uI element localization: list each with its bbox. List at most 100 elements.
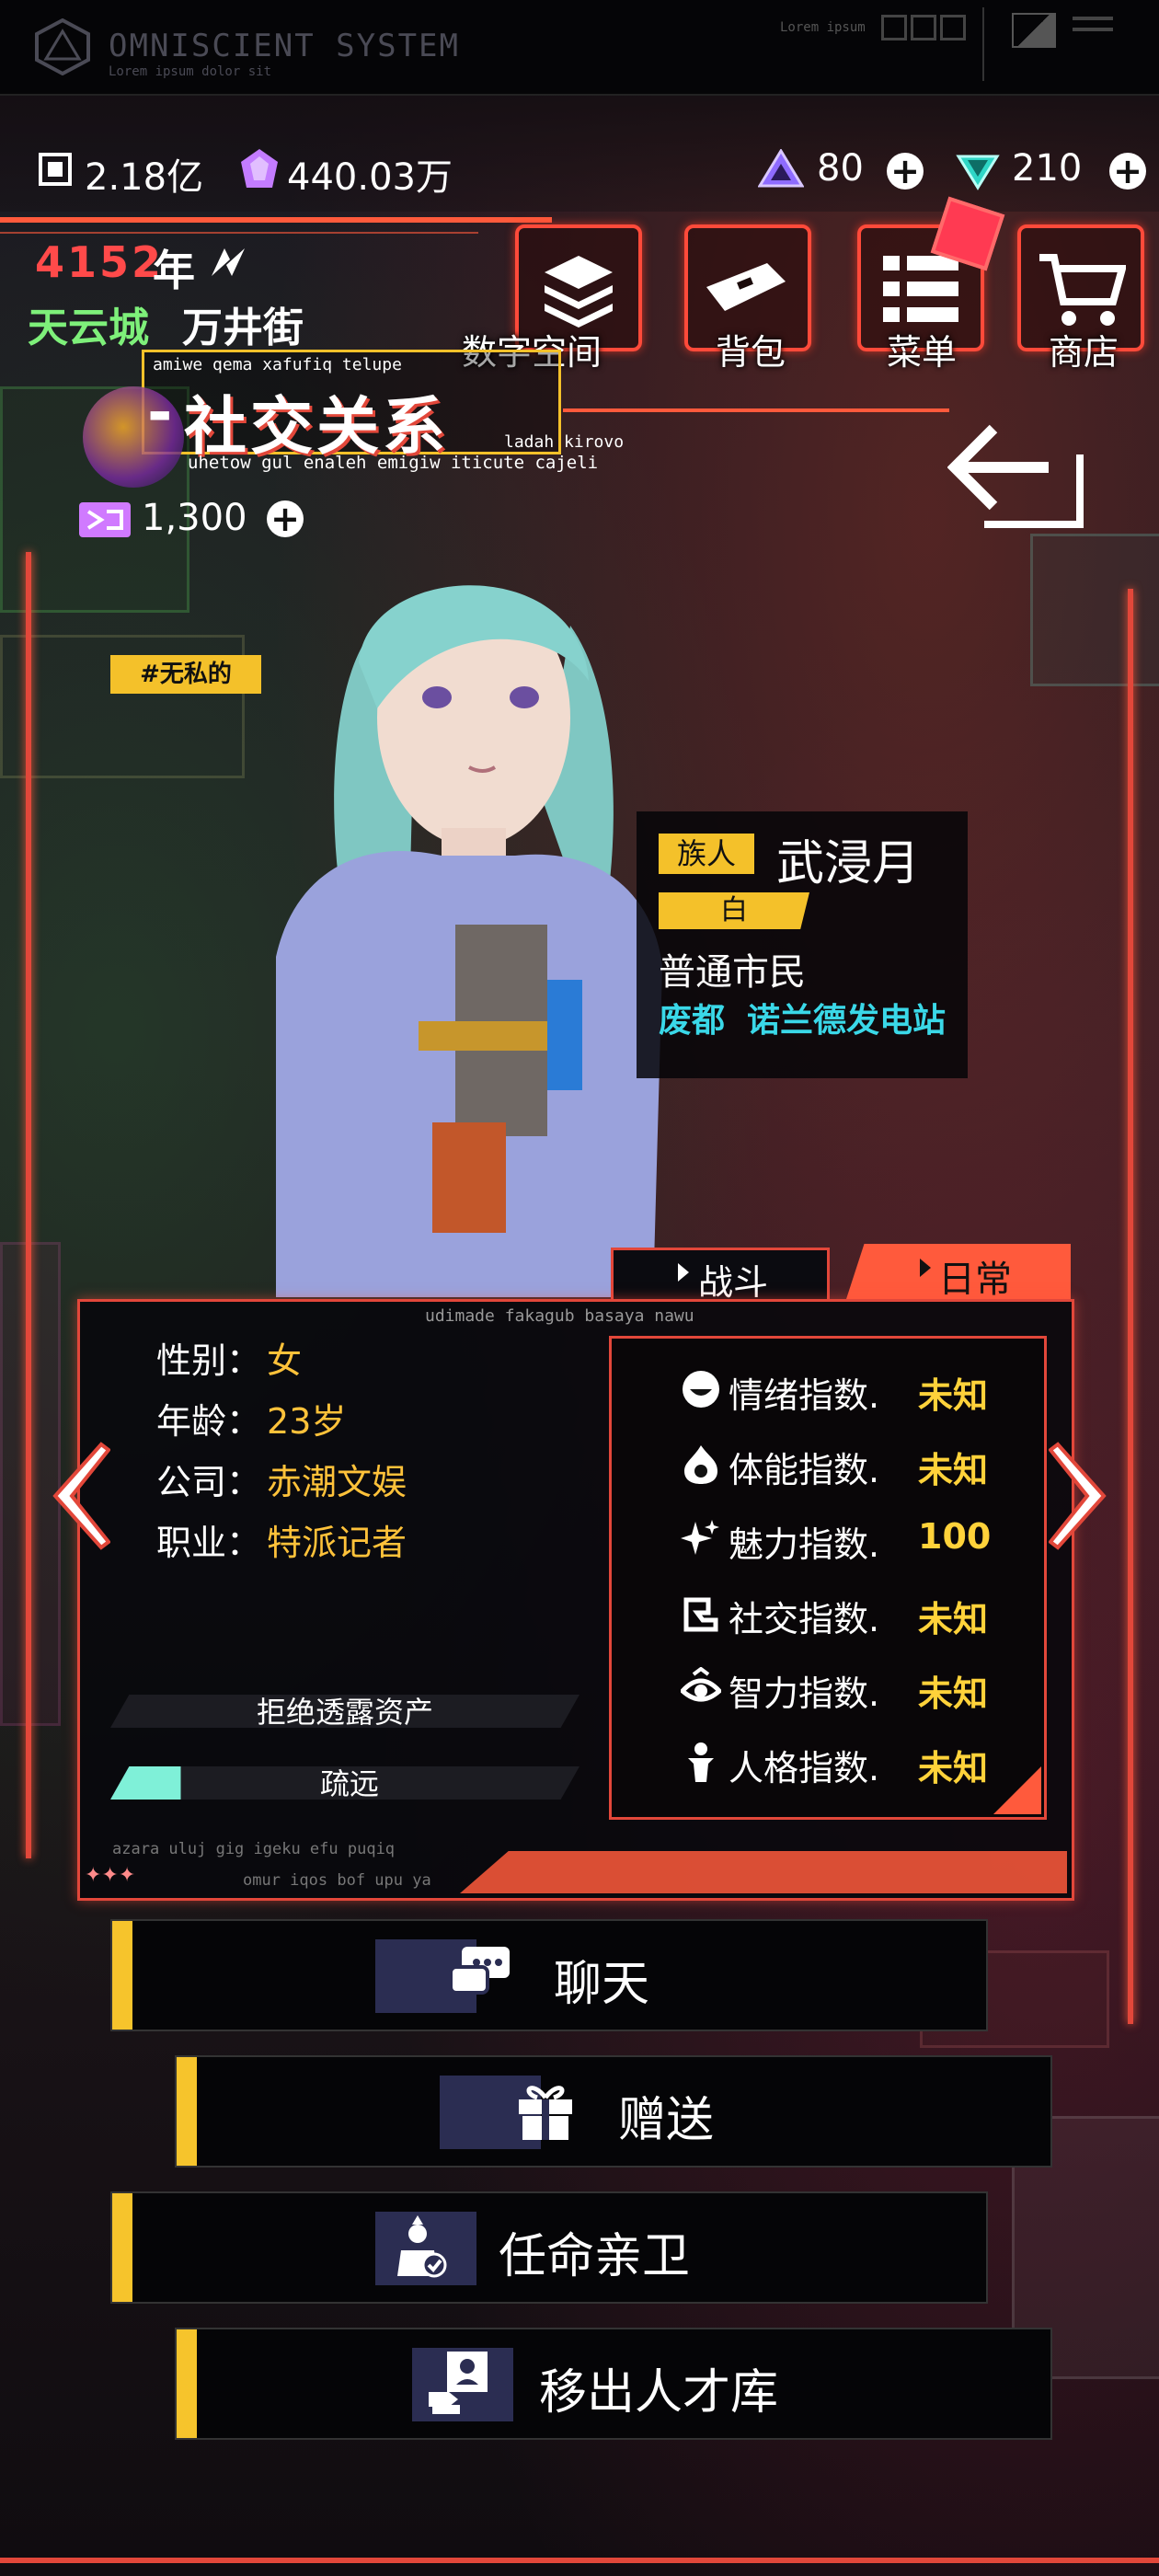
stat-value: 未知 bbox=[918, 1673, 989, 1714]
profile-colon: ： bbox=[226, 1523, 262, 1563]
appoint-guard-icon bbox=[397, 2215, 447, 2278]
remove-talent-icon bbox=[429, 2352, 488, 2414]
year-unit: 年 bbox=[153, 246, 195, 295]
add-diamonds-button[interactable]: + bbox=[1109, 153, 1146, 190]
year-number: 4152 bbox=[35, 237, 165, 287]
profile-row-company: 公司： 赤潮文娱 bbox=[156, 1454, 407, 1504]
profile-colon: ： bbox=[226, 1340, 262, 1381]
gift-icon bbox=[519, 2086, 572, 2140]
profile-colon: ： bbox=[226, 1462, 262, 1502]
chevron-left-icon bbox=[52, 1442, 111, 1550]
previous-character-button[interactable] bbox=[46, 1441, 111, 1551]
crystal-icon bbox=[237, 147, 281, 191]
chat-button[interactable]: 聊天 bbox=[110, 1919, 988, 2031]
panel-caption: udimade fakagub basaya nawu bbox=[425, 1306, 694, 1326]
profile-key: 职业 bbox=[156, 1523, 227, 1563]
stat-name: 智力指数. bbox=[729, 1673, 880, 1714]
crystals-amount: 440.03万 bbox=[287, 156, 453, 199]
title-caption-top: amiwe qema xafufiq telupe bbox=[153, 355, 402, 374]
stat-stamina: 体能指数. 未知 bbox=[681, 1436, 1030, 1491]
stat-value: 100 bbox=[918, 1516, 992, 1557]
stat-intellect: 智力指数. 未知 bbox=[681, 1660, 1030, 1715]
stat-personality: 人格指数. 未知 bbox=[681, 1734, 1030, 1789]
hud-line bbox=[0, 217, 552, 223]
tab-arrow-icon bbox=[678, 1263, 689, 1282]
backpack-label: 背包 bbox=[716, 332, 786, 373]
gem-icon bbox=[757, 148, 805, 191]
assets-status: 拒绝透露资产 bbox=[256, 1695, 433, 1730]
tab-daily[interactable]: 日常 bbox=[846, 1244, 1071, 1299]
character-name: 武浸月 bbox=[776, 836, 921, 891]
diamond-icon bbox=[955, 149, 1001, 191]
button-accent bbox=[177, 2329, 197, 2438]
diamonds-amount: 210 bbox=[1012, 147, 1083, 190]
stat-value: 未知 bbox=[918, 1748, 989, 1788]
chips-amount: 2.18亿 bbox=[85, 156, 204, 199]
stat-charm: 魅力指数. 100 bbox=[681, 1511, 1030, 1566]
tab-battle-label: 战斗 bbox=[698, 1262, 769, 1303]
signal-icon bbox=[1012, 13, 1056, 48]
stat-name: 人格指数. bbox=[729, 1748, 880, 1788]
appoint-guard-button[interactable]: 任命亲卫 bbox=[110, 2191, 988, 2304]
stamina-icon bbox=[684, 1445, 717, 1484]
chat-label: 聊天 bbox=[554, 1957, 650, 2012]
menu-list-icon bbox=[883, 256, 958, 322]
profile-colon: ： bbox=[226, 1401, 262, 1442]
profile-row-age: 年龄： 23岁 bbox=[156, 1393, 346, 1443]
sparkle-icon: ✦✦✦ bbox=[85, 1864, 136, 1887]
menu-label: 菜单 bbox=[887, 332, 958, 373]
title-caption-bottom: uhetow gul enaleh emigiw iticute cajeli bbox=[188, 453, 599, 473]
stat-name: 情绪指数. bbox=[729, 1375, 880, 1416]
menu-lines-icon-bar bbox=[1073, 28, 1113, 31]
shop-cart-icon bbox=[1039, 254, 1126, 326]
divider bbox=[982, 7, 984, 81]
back-arrow-icon bbox=[947, 424, 1084, 528]
stat-value: 未知 bbox=[918, 1450, 989, 1490]
relation-status: 疏远 bbox=[319, 1766, 379, 1801]
stat-name: 魅力指数. bbox=[729, 1524, 880, 1565]
menu-lines-icon bbox=[1073, 17, 1113, 20]
gift-button[interactable]: 赠送 bbox=[175, 2055, 1052, 2168]
window-close-icon[interactable] bbox=[940, 15, 966, 40]
profile-key: 年龄 bbox=[156, 1401, 227, 1442]
panel-accent bbox=[460, 1851, 1067, 1893]
color-tag: 白 bbox=[659, 892, 809, 929]
tab-daily-label: 日常 bbox=[938, 1259, 1012, 1301]
city-name: 天云城 bbox=[28, 305, 149, 351]
add-gems-button[interactable]: + bbox=[887, 153, 924, 190]
window-maximize-icon[interactable] bbox=[911, 15, 936, 40]
stat-name: 体能指数. bbox=[729, 1450, 880, 1490]
profile-value: 特派记者 bbox=[267, 1523, 407, 1563]
remove-talent-button[interactable]: 移出人才库 bbox=[175, 2328, 1052, 2440]
profile-value: 女 bbox=[267, 1340, 303, 1381]
remove-talent-label: 移出人才库 bbox=[539, 2365, 779, 2421]
backpack-icon bbox=[706, 263, 786, 311]
tab-battle[interactable]: 战斗 bbox=[611, 1248, 830, 1303]
profile-row-occupation: 职业： 特派记者 bbox=[156, 1514, 407, 1565]
next-character-button[interactable] bbox=[1048, 1441, 1113, 1551]
stat-value: 未知 bbox=[918, 1599, 989, 1639]
time-cycle-icon[interactable] bbox=[204, 241, 252, 283]
token-icon bbox=[79, 502, 131, 537]
stat-value: 未知 bbox=[918, 1375, 989, 1416]
gems-amount: 80 bbox=[817, 147, 864, 190]
character-workplace: 诺兰德发电站 bbox=[747, 1002, 947, 1040]
emotion-icon bbox=[683, 1371, 719, 1408]
profile-value: 赤潮文娱 bbox=[267, 1462, 407, 1502]
button-accent bbox=[112, 2193, 132, 2302]
back-button[interactable] bbox=[947, 418, 1085, 528]
bottom-frame-line bbox=[0, 2558, 1159, 2563]
chip-icon bbox=[37, 151, 74, 188]
system-brand-title: OMNISCIENT SYSTEM bbox=[109, 28, 460, 64]
chevron-right-icon bbox=[1048, 1442, 1107, 1550]
race-tag: 族人 bbox=[659, 834, 754, 874]
window-minimize-icon[interactable] bbox=[881, 15, 907, 40]
left-frame-line bbox=[26, 552, 31, 1858]
appoint-guard-label: 任命亲卫 bbox=[499, 2229, 691, 2284]
stat-emotion: 情绪指数. 未知 bbox=[681, 1362, 1030, 1417]
hud-line bbox=[0, 232, 478, 234]
tab-arrow-icon bbox=[920, 1259, 931, 1277]
title-prefix: - bbox=[147, 377, 173, 448]
button-accent bbox=[177, 2057, 197, 2166]
title-caption-right: ladah kirovo bbox=[504, 432, 625, 452]
